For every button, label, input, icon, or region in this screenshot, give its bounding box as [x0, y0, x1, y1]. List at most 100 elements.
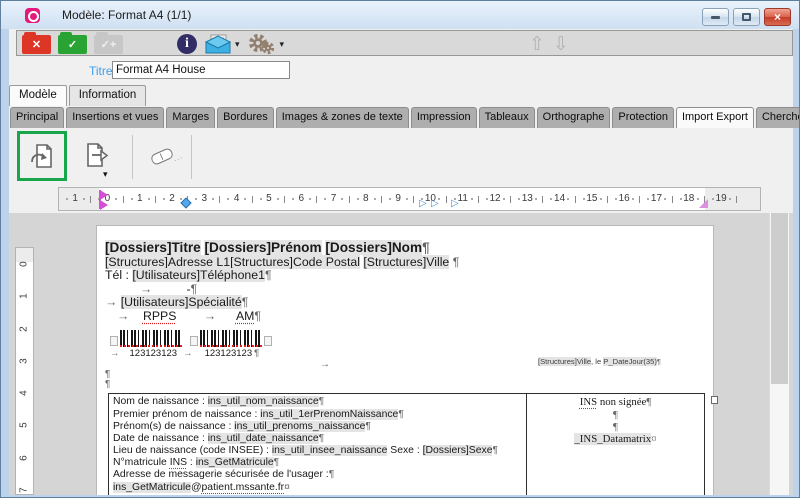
text-segment: ¶: [191, 282, 198, 296]
text-segment: ins_util_nom_naissance: [208, 396, 319, 407]
subtab-protection[interactable]: Protection: [612, 107, 674, 128]
table-line: ¶: [529, 409, 702, 421]
barcode-anchor[interactable]: [264, 336, 272, 346]
document-page[interactable]: [Dossiers]Titre [Dossiers]Prénom [Dossie…: [96, 225, 714, 495]
titre-input[interactable]: [112, 61, 290, 79]
horizontal-ruler[interactable]: 1012345678910111213141516171819 ▷ ▷ ▷: [58, 187, 761, 211]
settings-button[interactable]: ▾: [247, 33, 285, 55]
ruler-number: 1: [9, 288, 41, 305]
barcode-anchor[interactable]: [190, 336, 198, 346]
subtab-insertions-et-vues[interactable]: Insertions et vues: [66, 107, 164, 128]
move-down-icon[interactable]: ⇩: [553, 34, 577, 55]
text-segment: ¶: [613, 409, 618, 421]
scrollbar-thumb[interactable]: [771, 213, 788, 384]
minimize-button[interactable]: [702, 8, 729, 26]
validate-button[interactable]: ✓: [58, 35, 87, 54]
export-dropdown-icon[interactable]: ▾: [103, 169, 108, 180]
import-icon: [27, 141, 57, 171]
table-line: Prénom(s) de naissance : ins_util_prenom…: [113, 421, 522, 433]
ruler-number: 16: [608, 188, 640, 210]
doc-line-phone: Tél : [Utilisateurs]Téléphone1¶: [105, 269, 705, 282]
gears-icon: [247, 33, 277, 55]
barcode-number-rpps: 123123123: [130, 348, 178, 359]
text-segment: ¶: [422, 240, 430, 255]
document-area: 012345678 [Dossiers]Titre [Dossiers]Prén…: [9, 213, 793, 495]
vertical-ruler[interactable]: 012345678: [15, 247, 34, 495]
barcode-row: [110, 325, 705, 347]
barcode-rpps[interactable]: [120, 330, 182, 347]
text-segment: [Structures]Ville: [363, 255, 449, 269]
info-button[interactable]: i: [177, 34, 197, 54]
text-segment: [Dossiers]Titre: [105, 240, 201, 255]
text-segment: Tél :: [105, 268, 132, 282]
tab-stop-marker[interactable]: ▷: [431, 199, 439, 209]
tab-stop-marker[interactable]: ▷: [419, 199, 427, 209]
doc-line-header: [Dossiers]Titre [Dossiers]Prénom [Dossie…: [105, 240, 705, 256]
text-segment: ¶: [329, 469, 335, 480]
clear-button[interactable]: [137, 131, 187, 181]
ruler-number: 5: [9, 417, 41, 434]
window-controls: ×: [702, 8, 791, 26]
city-date-line: [Structures]Ville, le P_DateJour(35)¶: [538, 357, 661, 366]
mail-dropdown-icon[interactable]: ▾: [235, 39, 240, 50]
ruler-number: 6: [285, 188, 317, 210]
subtab-tableaux[interactable]: Tableaux: [479, 107, 535, 128]
ins-table-wrap: Nom de naissance : ins_util_nom_naissanc…: [108, 393, 705, 495]
subtab-bordures[interactable]: Bordures: [217, 107, 274, 128]
ruler-number: 2: [9, 320, 41, 337]
subtab-principal[interactable]: Principal: [10, 107, 64, 128]
ins-table[interactable]: Nom de naissance : ins_util_nom_naissanc…: [108, 393, 705, 495]
subtab-import-export[interactable]: Import Export: [676, 107, 754, 128]
text-segment: _INS_Datamatrix: [574, 433, 651, 445]
text-segment: AM: [236, 309, 254, 323]
text-segment: Sexe :: [387, 445, 422, 456]
text-segment: ins_util_1erPrenomNaissance: [260, 409, 398, 420]
settings-subtabs: Principal Insertions et vues Marges Bord…: [10, 107, 792, 128]
tab-information[interactable]: Information: [69, 85, 147, 106]
text-segment: ¶: [254, 309, 261, 323]
eraser-icon: [150, 147, 175, 166]
vertical-scrollbar[interactable]: ▲: [769, 213, 789, 495]
export-button[interactable]: ▾: [71, 131, 121, 181]
subtab-impression[interactable]: Impression: [411, 107, 477, 128]
maximize-button[interactable]: [733, 8, 760, 26]
validate-add-icon: ✓+: [101, 38, 117, 51]
subtab-images-zones-de-texte[interactable]: Images & zones de texte: [276, 107, 409, 128]
tab-modele[interactable]: Modèle: [9, 85, 67, 106]
text-segment: [Dossiers]Sexe: [423, 445, 493, 456]
text-segment: @: [191, 482, 202, 493]
move-up-icon[interactable]: ⇧: [529, 34, 553, 55]
text-segment: ¶: [105, 379, 110, 390]
cancel-close-button[interactable]: ✕: [22, 35, 51, 54]
text-segment: P_DateJour(35): [603, 357, 657, 366]
move-arrows: ⇧⇩: [529, 33, 577, 56]
tab-stop-marker[interactable]: ▷: [451, 199, 459, 209]
import-button[interactable]: [17, 131, 67, 181]
close-button[interactable]: ×: [764, 8, 791, 26]
subtab-orthographe[interactable]: Orthographe: [537, 107, 611, 128]
subtab-marges[interactable]: Marges: [166, 107, 215, 128]
text-segment: ¶: [365, 421, 371, 432]
barcode-anchor[interactable]: [110, 336, 118, 346]
ruler-number: 7: [9, 482, 41, 495]
doc-line-dash: → -¶: [105, 283, 705, 296]
barcode-am[interactable]: [200, 330, 262, 347]
ruler-number: 1: [59, 188, 91, 210]
right-margin-marker[interactable]: [699, 199, 708, 208]
ruler-number: 5: [253, 188, 285, 210]
main-tabs: Modèle Information: [9, 85, 148, 106]
text-segment: ¤: [651, 433, 656, 445]
table-line: Nom de naissance : ins_util_nom_naissanc…: [113, 396, 522, 408]
table-line: Premier prénom de naissance : ins_util_1…: [113, 409, 522, 421]
subtab-chercher[interactable]: Chercher...: [756, 107, 800, 128]
settings-dropdown-icon[interactable]: ▾: [280, 39, 285, 50]
text-segment: ins_util_prenoms_naissance: [234, 421, 365, 432]
ruler-number: 6: [9, 449, 41, 466]
table-line: Adresse de messagerie sécurisée de l'usa…: [113, 469, 522, 481]
ruler-number: 1: [124, 188, 156, 210]
validate-icon: ✓: [68, 38, 77, 51]
minimize-icon: [711, 16, 720, 19]
send-mail-button[interactable]: ▾: [204, 34, 240, 54]
ruler-number: 8: [350, 188, 382, 210]
table-line: _INS_Datamatrix¤: [529, 433, 702, 445]
